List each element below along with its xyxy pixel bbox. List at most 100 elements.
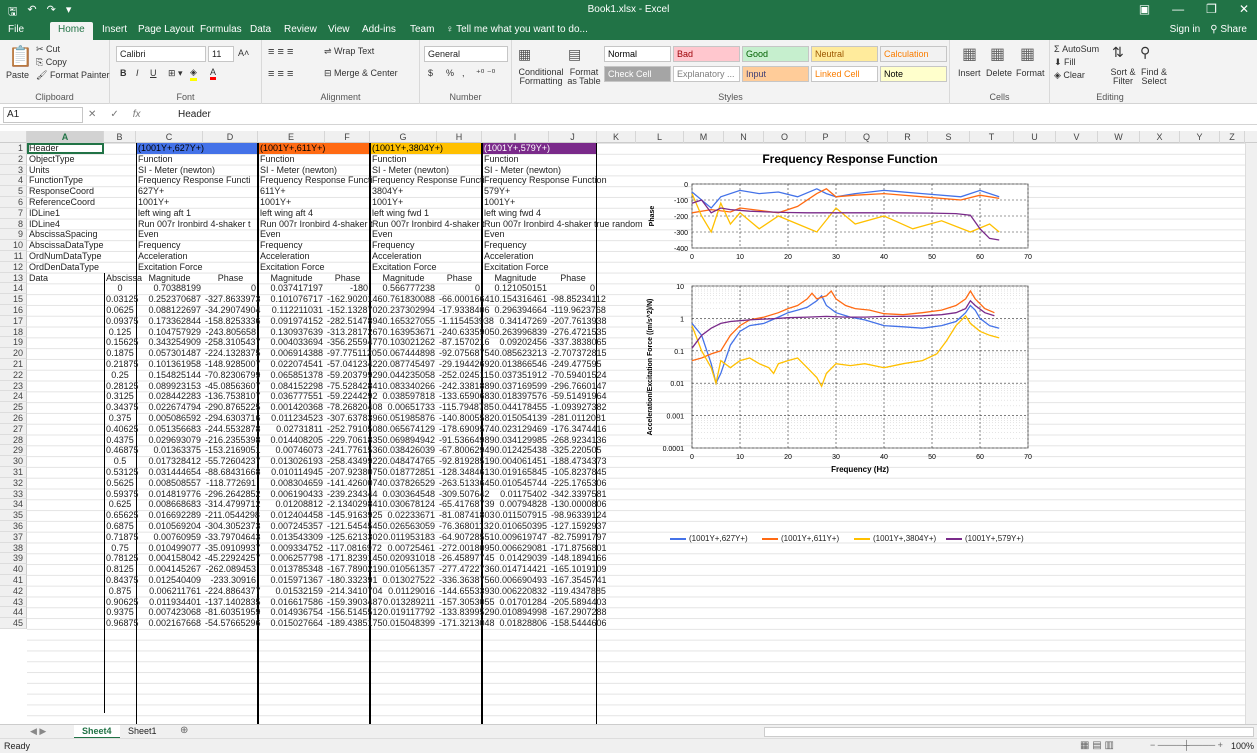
data-cell[interactable]: -309.507642 <box>437 489 490 500</box>
delete-cells-icon[interactable]: ▦ <box>990 44 1005 64</box>
data-cell[interactable]: 0.154825144 <box>136 370 203 381</box>
data-cell[interactable]: 0.022074541 <box>258 359 325 370</box>
row-header-31[interactable]: 31 <box>0 467 27 478</box>
group-2-meta[interactable]: Frequency Response Functi <box>258 175 373 186</box>
row-header-7[interactable]: 7 <box>0 207 27 219</box>
fill-color-icon[interactable]: ◈ <box>190 67 197 81</box>
group-1-meta[interactable]: SI - Meter (newton) <box>136 165 215 176</box>
group-3-meta[interactable]: Run 007r Ironbird 4-shaker t <box>370 219 485 230</box>
data-cell[interactable]: 0.02731811 <box>258 424 325 435</box>
data-cell[interactable]: 0.004145267 <box>136 564 203 575</box>
header-abscissa[interactable]: Abscissa <box>104 273 142 284</box>
column-header-t[interactable]: T <box>970 131 1014 143</box>
data-cell[interactable]: -33.79704643 <box>203 532 261 543</box>
data-cell[interactable]: -81.08741803 <box>437 510 495 521</box>
find-icon[interactable]: ⚲ <box>1140 44 1150 61</box>
data-cell[interactable]: 0.8125 <box>104 564 136 575</box>
data-cell[interactable]: 0.130937639 <box>258 327 325 338</box>
data-cell[interactable]: 0.020931018 <box>370 553 437 564</box>
data-cell[interactable]: 0.125 <box>104 327 136 338</box>
align-top-icon[interactable]: ≡ ≡ ≡ <box>268 46 293 58</box>
data-cell[interactable]: 0.037169599 <box>482 381 549 392</box>
row-header-40[interactable]: 40 <box>0 564 27 575</box>
format-cells-button[interactable]: Format <box>1016 68 1045 78</box>
data-cell[interactable]: 0.034129985 <box>482 435 549 446</box>
label-header[interactable]: Header <box>27 143 104 154</box>
insert-cells-icon[interactable]: ▦ <box>962 44 977 64</box>
data-cell[interactable]: -121.5454545 <box>325 521 383 532</box>
group-3-meta[interactable]: Frequency <box>370 240 437 251</box>
group-2-meta[interactable]: Frequency <box>258 240 325 251</box>
column-header-z[interactable]: Z <box>1220 131 1245 143</box>
data-cell[interactable]: 0.173362844 <box>136 316 203 327</box>
cell-style-good[interactable]: Good <box>742 46 809 62</box>
data-cell[interactable]: -294.6303716 <box>203 413 261 424</box>
group-1-meta[interactable]: 1001Y+ <box>136 197 203 208</box>
data-cell[interactable]: -214.3410704 <box>325 586 383 597</box>
data-cell[interactable]: 0.011953183 <box>370 532 437 543</box>
data-cell[interactable]: -313.2817267 <box>325 327 383 338</box>
data-cell[interactable]: 0.252370687 <box>136 294 203 305</box>
data-cell[interactable]: -167.7890219 <box>325 564 383 575</box>
header-phase[interactable]: Phase <box>203 273 258 284</box>
row-header-39[interactable]: 39 <box>0 553 27 565</box>
data-cell[interactable]: 0.008508557 <box>136 478 203 489</box>
share-button[interactable]: ⚲ Share <box>1210 24 1247 35</box>
data-cell[interactable]: 0.091974152 <box>258 316 325 327</box>
delete-cells-button[interactable]: Delete <box>986 68 1012 78</box>
data-cell[interactable]: 0.065674129 <box>370 424 437 435</box>
horizontal-scrollbar[interactable] <box>764 727 1254 737</box>
label-objecttype[interactable]: ObjectType <box>27 154 104 165</box>
group-3-meta[interactable]: Frequency Response Functi <box>370 175 485 186</box>
column-header-x[interactable]: X <box>1140 131 1180 143</box>
data-cell[interactable]: 0.007423068 <box>136 607 203 618</box>
data-cell[interactable]: 0.006220832 <box>482 586 549 597</box>
data-cell[interactable]: 0.296394664 <box>482 305 549 316</box>
data-cell[interactable]: 0.01828806 <box>482 618 549 629</box>
cut-button[interactable]: ✂ Cut <box>36 44 60 55</box>
tab-team[interactable]: Team <box>410 24 434 35</box>
data-cell[interactable]: 0.00746073 <box>258 445 325 456</box>
header-phase[interactable]: Phase <box>549 273 597 284</box>
row-header-38[interactable]: 38 <box>0 542 27 554</box>
group-1-meta[interactable]: Frequency <box>136 240 203 251</box>
data-cell[interactable]: 0.34375 <box>104 402 139 413</box>
data-cell[interactable]: 0.085623213 <box>482 348 549 359</box>
group-3-meta[interactable]: 3804Y+ <box>370 186 437 197</box>
font-name-select[interactable]: Calibri <box>116 46 206 62</box>
wrap-text-button[interactable]: ⇌ Wrap Text <box>324 46 374 57</box>
data-cell[interactable]: -127.1592937 <box>549 521 607 532</box>
data-cell[interactable]: -152.1328702 <box>325 305 383 316</box>
copy-button[interactable]: ⎘ Copy <box>36 57 67 68</box>
data-cell[interactable]: -67.80062949 <box>437 445 495 456</box>
data-cell[interactable]: 0.016617586 <box>258 597 325 608</box>
data-cell[interactable]: 0.25 <box>104 370 136 381</box>
number-format-select[interactable]: General <box>424 46 508 62</box>
data-cell[interactable]: -240.6335905 <box>437 327 495 338</box>
data-cell[interactable]: 0.029693079 <box>136 435 203 446</box>
data-cell[interactable]: -224.8864377 <box>203 586 261 597</box>
tab-page-layout[interactable]: Page Layout <box>138 24 194 35</box>
format-painter-button[interactable]: 🖌 Format Painter <box>36 70 109 81</box>
data-cell[interactable]: 0.15625 <box>104 337 139 348</box>
group-1-meta[interactable]: Acceleration <box>136 251 203 262</box>
group-3-meta[interactable]: Even <box>370 229 437 240</box>
data-cell[interactable]: 0.087745497 <box>370 359 437 370</box>
sign-in-link[interactable]: Sign in <box>1170 24 1201 35</box>
data-cell[interactable]: -29.19442692 <box>437 359 495 370</box>
label-idline1[interactable]: IDLine1 <box>27 208 104 219</box>
data-cell[interactable]: 0.010561357 <box>370 564 437 575</box>
header-phase[interactable]: Phase <box>437 273 482 284</box>
data-cell[interactable]: -145.9163925 <box>325 510 383 521</box>
group-4-meta[interactable]: Run 007r Ironbird 4-shaker true random <box>482 219 643 230</box>
minimize-icon[interactable]: — <box>1172 2 1184 16</box>
row-header-34[interactable]: 34 <box>0 499 27 511</box>
row-header-2[interactable]: 2 <box>0 153 27 165</box>
data-cell[interactable]: 0.006914388 <box>258 348 325 359</box>
add-sheet-icon[interactable]: ⊕ <box>180 725 188 736</box>
data-cell[interactable]: -148.1894166 <box>549 553 607 564</box>
data-cell[interactable]: -242.3381889 <box>437 381 495 392</box>
data-cell[interactable]: -65.41768739 <box>437 499 495 510</box>
data-cell[interactable]: -55.72604237 <box>203 456 261 467</box>
name-box[interactable]: A1 <box>3 107 83 123</box>
